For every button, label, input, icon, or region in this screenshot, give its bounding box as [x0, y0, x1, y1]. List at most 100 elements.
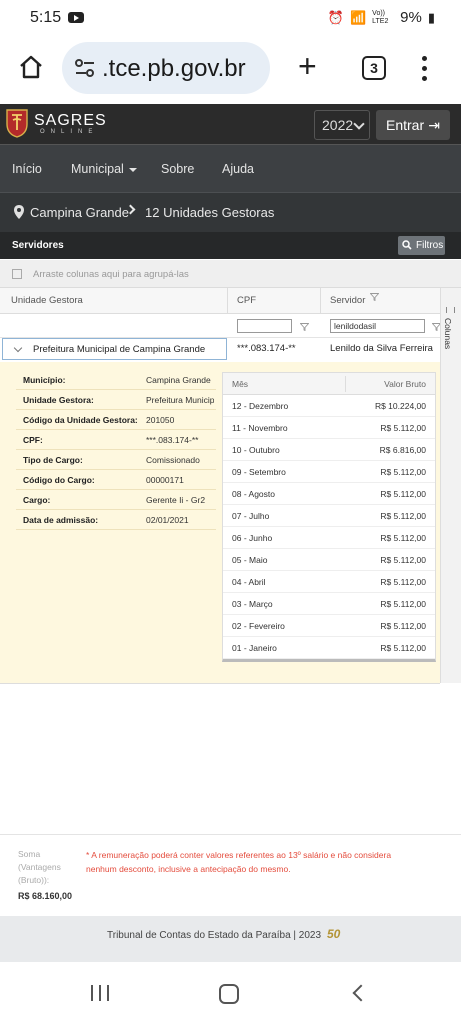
chevron-down-icon — [353, 118, 365, 130]
filter-funnel-icon[interactable] — [300, 323, 309, 331]
detail-value: Gerente Ii - Gr2 — [146, 495, 206, 505]
detail-value: 00000171 — [146, 475, 184, 485]
wifi-icon: 📶 — [349, 9, 367, 25]
detail-row: Código da Unidade Gestora: 201050 — [16, 410, 216, 430]
columns-label: Colunas — [443, 318, 453, 350]
filter-funnel-icon[interactable] — [370, 293, 379, 301]
payment-month: 03 - Março — [232, 599, 273, 609]
summary-label: Soma (Vantagens (Bruto)): — [18, 849, 61, 885]
home-button-icon[interactable] — [219, 984, 239, 1004]
summary-total: R$ 68.160,00 — [18, 891, 73, 901]
payment-value: R$ 5.112,00 — [380, 555, 426, 565]
alarm-icon: ⏰ — [327, 9, 344, 25]
payment-month: 04 - Abril — [232, 577, 266, 587]
system-navigation-bar — [0, 962, 461, 1024]
nav-item-sobre[interactable]: Sobre — [161, 162, 194, 176]
detail-row: Data de admissão: 02/01/2021 — [16, 510, 216, 530]
main-nav: Início Municipal Sobre Ajuda — [0, 144, 461, 192]
site-header: SAGRES ONLINE 2022 Entrar ⇥ — [0, 104, 461, 144]
payment-month: 06 - Junho — [232, 533, 273, 543]
detail-label: Data de admissão: — [23, 515, 99, 525]
payment-row[interactable]: 07 - Julho R$ 5.112,00 — [223, 505, 435, 527]
grid-filter-row — [0, 314, 441, 338]
payment-month: 01 - Janeiro — [232, 643, 277, 653]
payment-value: R$ 5.112,00 — [380, 599, 426, 609]
payment-row[interactable]: 04 - Abril R$ 5.112,00 — [223, 571, 435, 593]
payment-row[interactable]: 06 - Junho R$ 5.112,00 — [223, 527, 435, 549]
detail-label: Tipo de Cargo: — [23, 455, 83, 465]
anniversary-logo: 50 — [327, 927, 341, 941]
columns-side-tab[interactable]: Colunas — [440, 288, 461, 683]
recent-apps-icon[interactable] — [91, 985, 109, 1001]
payment-row[interactable]: 11 - Novembro R$ 5.112,00 — [223, 417, 435, 439]
payment-value: R$ 5.112,00 — [380, 423, 426, 433]
payment-row[interactable]: 01 - Janeiro R$ 5.112,00 — [223, 637, 435, 659]
filters-button[interactable]: Filtros — [398, 236, 445, 255]
detail-row: Município: Campina Grande — [16, 370, 216, 390]
caret-down-icon — [128, 167, 137, 172]
nav-item-ajuda[interactable]: Ajuda — [222, 162, 254, 176]
servidores-panel-header: Servidores Filtros — [0, 232, 461, 259]
detail-label: Código da Unidade Gestora: — [23, 415, 138, 425]
payment-value: R$ 6.816,00 — [379, 445, 426, 455]
payment-month: 08 - Agosto — [232, 489, 276, 499]
payment-row[interactable]: 03 - Março R$ 5.112,00 — [223, 593, 435, 615]
detail-row: CPF: ***.083.174-** — [16, 430, 216, 450]
footer-text: Tribunal de Contas do Estado da Paraíba … — [107, 930, 322, 941]
detail-value: Prefeitura Municipal de Campina Grande — [146, 395, 214, 405]
search-icon — [402, 240, 412, 250]
nav-item-inicio[interactable]: Início — [12, 162, 42, 176]
chevron-down-icon[interactable] — [13, 343, 23, 353]
payments-table-header: Mês Valor Bruto — [223, 373, 435, 395]
payment-row[interactable]: 12 - Dezembro R$ 10.224,00 — [223, 395, 435, 417]
detail-value: 201050 — [146, 415, 175, 425]
cpf-filter-input[interactable] — [237, 319, 292, 333]
nav-item-municipal[interactable]: Municipal — [71, 162, 137, 176]
summary-footer: Soma (Vantagens (Bruto)): R$ 68.160,00 *… — [0, 834, 461, 916]
back-icon[interactable] — [352, 984, 370, 1002]
payment-row[interactable]: 08 - Agosto R$ 5.112,00 — [223, 483, 435, 505]
status-bar: 5:15 ⏰ 📶 Vo)) LTE2 9% ▮ — [0, 0, 461, 36]
payments-rows: 12 - Dezembro R$ 10.224,00 11 - Novembro R$… — [223, 395, 435, 659]
payment-value: R$ 5.112,00 — [380, 533, 426, 543]
map-pin-icon — [14, 205, 24, 219]
detail-value: Comissionado — [146, 455, 200, 465]
detail-label: Unidade Gestora: — [23, 395, 94, 405]
payment-row[interactable]: 05 - Maio R$ 5.112,00 — [223, 549, 435, 571]
server-filter-input[interactable] — [330, 319, 425, 333]
server-info-table: Município: Campina Grande Unidade Gestora:… — [16, 370, 216, 530]
table-row[interactable]: Prefeitura Municipal de Campina Grande *… — [0, 338, 440, 360]
home-icon[interactable] — [18, 54, 44, 80]
column-header-unit[interactable]: Unidade Gestora — [11, 295, 83, 306]
payment-value: R$ 5.112,00 — [380, 511, 426, 521]
breadcrumb-city[interactable]: Campina Grande — [30, 205, 129, 220]
address-bar[interactable]: .tce.pb.gov.br — [62, 42, 270, 94]
new-tab-icon[interactable]: + — [298, 50, 317, 82]
payment-row[interactable]: 09 - Setembro R$ 5.112,00 — [223, 461, 435, 483]
payment-month: 11 - Novembro — [232, 423, 288, 433]
battery-icon: ▮ — [427, 9, 435, 25]
filters-label: Filtros — [416, 240, 444, 251]
site-settings-icon[interactable] — [74, 58, 96, 78]
payments-value-header[interactable]: Valor Bruto — [384, 379, 426, 389]
detail-row: Tipo de Cargo: Comissionado — [16, 450, 216, 470]
group-hint: Arraste colunas aqui para agrupá-las — [33, 269, 189, 280]
year-select[interactable]: 2022 — [314, 110, 370, 140]
tab-switcher-button[interactable]: 3 — [362, 56, 386, 80]
column-header-server[interactable]: Servidor — [330, 295, 365, 306]
payment-value: R$ 5.112,00 — [380, 489, 426, 499]
payment-month: 10 - Outubro — [232, 445, 280, 455]
payments-month-header[interactable]: Mês — [232, 379, 248, 389]
login-button[interactable]: Entrar ⇥ — [376, 110, 450, 140]
group-by-panel[interactable]: Arraste colunas aqui para agrupá-las — [0, 260, 461, 288]
breadcrumb-units[interactable]: 12 Unidades Gestoras — [145, 205, 274, 220]
year-value: 2022 — [322, 117, 354, 133]
payment-row[interactable]: 10 - Outubro R$ 6.816,00 — [223, 439, 435, 461]
detail-label: Cargo: — [23, 495, 51, 505]
page-footer: Tribunal de Contas do Estado da Paraíba … — [0, 916, 461, 962]
browser-toolbar: .tce.pb.gov.br + 3 — [0, 36, 461, 102]
column-header-cpf[interactable]: CPF — [237, 295, 256, 306]
unit-cell[interactable]: Prefeitura Municipal de Campina Grande — [2, 338, 227, 360]
payment-row[interactable]: 02 - Fevereiro R$ 5.112,00 — [223, 615, 435, 637]
overflow-menu-icon[interactable] — [420, 54, 428, 84]
